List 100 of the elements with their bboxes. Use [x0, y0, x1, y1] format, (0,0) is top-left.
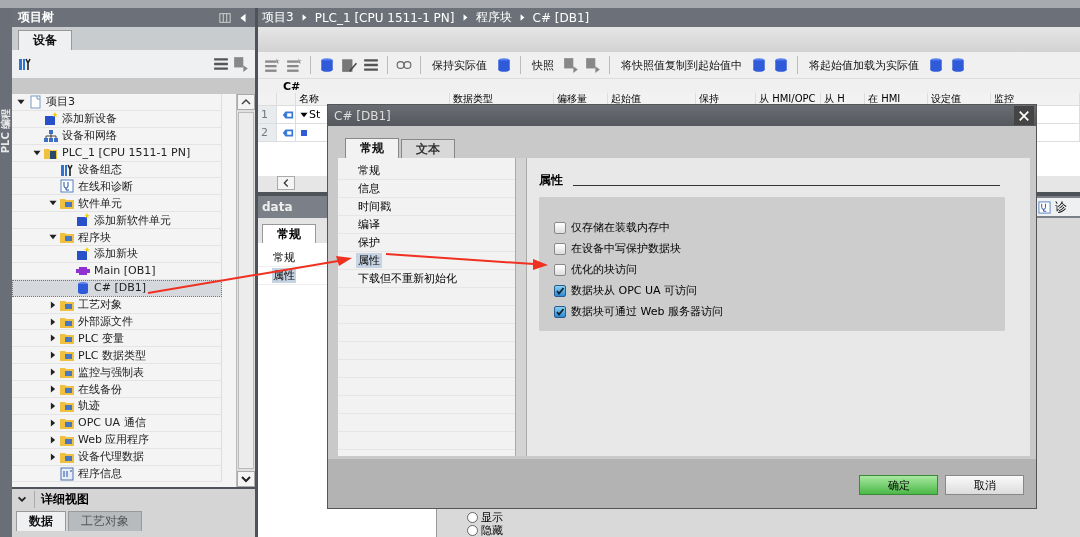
checkbox[interactable]: [554, 263, 566, 276]
toolbar-button[interactable]: 将快照值复制到起始值中: [618, 55, 745, 75]
list-icon[interactable]: [213, 56, 229, 72]
tree-item[interactable]: 工艺对象: [12, 296, 222, 314]
tab[interactable]: 数据: [16, 511, 66, 531]
toolbar-button[interactable]: 将起始值加载为实际值: [806, 55, 922, 75]
row-marker: [301, 129, 307, 136]
checkbox[interactable]: [554, 242, 566, 255]
radio-button[interactable]: [467, 525, 478, 536]
new-item-icon: [44, 111, 58, 126]
breadcrumb-item[interactable]: 项目3: [262, 9, 294, 26]
nav-item[interactable]: 常规: [272, 250, 296, 265]
tab[interactable]: 工艺对象: [68, 511, 142, 531]
copy-icon[interactable]: [585, 57, 601, 73]
nav-item[interactable]: 编译: [356, 217, 382, 232]
tree-item[interactable]: PLC_1 [CPU 1511-1 PN]: [12, 144, 222, 162]
close-button[interactable]: [1014, 106, 1034, 125]
insert-row-icon[interactable]: [286, 57, 302, 73]
tree-item[interactable]: OPC UA 通信: [12, 414, 222, 432]
scrollbar[interactable]: [236, 94, 255, 487]
tree-item[interactable]: 添加新设备: [12, 110, 222, 128]
folder-icon: [60, 196, 74, 211]
breadcrumb-item[interactable]: C# [DB1]: [532, 10, 590, 25]
tree-item[interactable]: 在线备份: [12, 381, 222, 399]
edit-icon[interactable]: [341, 57, 357, 73]
nav-item[interactable]: 时间戳: [356, 199, 393, 214]
tree-item[interactable]: 添加新软件单元: [12, 212, 222, 230]
section-title: 属性: [539, 172, 563, 189]
caret-right-icon[interactable]: [48, 350, 58, 361]
caret-right-icon[interactable]: [48, 333, 58, 344]
cancel-button[interactable]: 取消: [945, 475, 1024, 495]
tab[interactable]: 常规: [345, 138, 399, 158]
breadcrumb-item[interactable]: PLC_1 [CPU 1511-1 PN]: [314, 10, 455, 25]
new-item-icon: [76, 213, 90, 228]
chevron-down-icon[interactable]: [237, 471, 255, 487]
radio-button[interactable]: [467, 512, 478, 523]
tree-item[interactable]: 项目3: [12, 94, 222, 111]
hardware-icon[interactable]: [18, 57, 32, 71]
close-icon: [1018, 109, 1030, 122]
tree-item[interactable]: 程序信息: [12, 465, 222, 483]
cell-text: St: [309, 108, 321, 121]
column-header[interactable]: 监控: [991, 93, 1080, 106]
tree-item[interactable]: 添加新块: [12, 246, 222, 263]
checkbox-label: 数据块从 OPC UA 可访问: [571, 283, 698, 298]
tree-item[interactable]: 监控与强制表: [12, 364, 222, 382]
checkbox-label: 优化的块访问: [571, 262, 637, 277]
tree-item[interactable]: 轨迹: [12, 398, 222, 415]
nav-item[interactable]: 信息: [356, 181, 382, 196]
caret-right-icon[interactable]: [48, 367, 58, 378]
folder-icon: [60, 348, 74, 363]
copy-icon[interactable]: [233, 56, 249, 72]
checkbox[interactable]: [554, 305, 566, 318]
list-icon[interactable]: [363, 57, 379, 73]
inspector-tab[interactable]: 诊: [1036, 198, 1080, 216]
row-number: 2: [258, 124, 277, 142]
database-icon[interactable]: [751, 57, 767, 73]
toolbar-button[interactable]: 快照: [529, 55, 557, 75]
tree-item[interactable]: 在线和诊断: [12, 178, 222, 196]
database-icon[interactable]: [950, 57, 966, 73]
nav-item[interactable]: 下载但不重新初始化: [356, 271, 459, 286]
nav-item[interactable]: 保护: [356, 235, 382, 250]
tree-item[interactable]: Web 应用程序: [12, 431, 222, 449]
checkbox[interactable]: [554, 284, 566, 297]
tree-item[interactable]: 设备代理数据: [12, 448, 222, 466]
side-panel-label[interactable]: PLC 编程: [0, 103, 13, 159]
toolbar-button[interactable]: 保持实际值: [429, 55, 490, 75]
tab[interactable]: 文本: [401, 139, 455, 158]
tree-item[interactable]: PLC 数据类型: [12, 347, 222, 365]
insert-row-icon[interactable]: [264, 57, 280, 73]
tree-item[interactable]: 程序块: [12, 229, 222, 246]
panel-icon[interactable]: [219, 11, 231, 24]
caret-right-icon[interactable]: [48, 417, 58, 428]
tree-item[interactable]: PLC 变量: [12, 330, 222, 348]
caret-left-icon[interactable]: [277, 176, 295, 190]
caret-right-icon[interactable]: [48, 316, 58, 327]
database-icon: [76, 280, 90, 295]
tab[interactable]: 常规: [262, 224, 316, 243]
tree-item[interactable]: 软件单元: [12, 195, 222, 213]
nav-item[interactable]: 常规: [356, 163, 382, 178]
copy-icon[interactable]: [563, 57, 579, 73]
database-icon[interactable]: [928, 57, 944, 73]
tree-item[interactable]: 设备组态: [12, 161, 222, 179]
caret-right-icon[interactable]: [48, 434, 58, 445]
database-icon[interactable]: [496, 57, 512, 73]
tree-item[interactable]: 设备和网络: [12, 127, 222, 145]
chevron-up-icon[interactable]: [237, 94, 255, 110]
database-icon[interactable]: [319, 57, 335, 73]
database-icon[interactable]: [773, 57, 789, 73]
caret-right-icon[interactable]: [48, 384, 58, 395]
ok-button[interactable]: 确定: [859, 475, 938, 495]
breadcrumb-item[interactable]: 程序块: [475, 9, 512, 26]
checkbox[interactable]: [554, 221, 566, 234]
nav-item[interactable]: 属性: [356, 253, 382, 268]
tree-item[interactable]: 外部源文件: [12, 313, 222, 331]
folder-icon: [60, 382, 74, 397]
tree-item[interactable]: Main [OB1]: [12, 262, 222, 280]
tab[interactable]: 设备: [18, 30, 72, 50]
caret-right-icon[interactable]: [48, 451, 58, 462]
caret-right-icon[interactable]: [48, 400, 58, 411]
caret-right-icon[interactable]: [48, 299, 58, 310]
